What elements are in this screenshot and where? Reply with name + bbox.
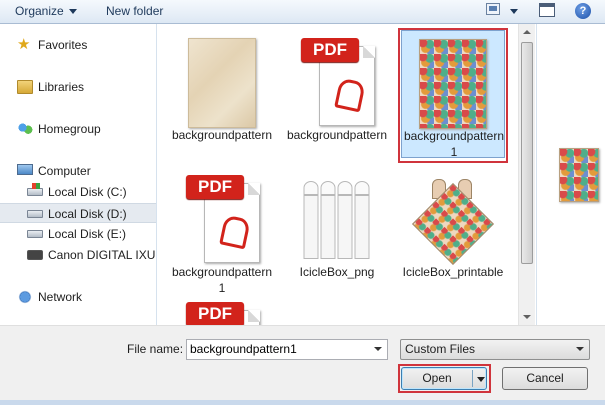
pdf-badge: PDF <box>186 302 244 325</box>
pdf-file-icon: PDF <box>297 38 377 128</box>
network-icon <box>17 290 33 304</box>
command-toolbar: Organize New folder ? <box>0 0 605 24</box>
help-icon[interactable]: ? <box>575 3 591 19</box>
pdf-file-icon: PDF <box>182 175 262 265</box>
nav-item-computer[interactable]: Computer <box>0 161 156 181</box>
file-tile[interactable]: PDF <box>170 294 274 325</box>
drive-icon <box>27 230 43 238</box>
nav-item-network[interactable]: Network <box>0 287 156 307</box>
file-name: backgroundpattern <box>286 128 388 142</box>
image-thumbnail <box>300 175 375 265</box>
library-icon <box>17 80 33 94</box>
nav-label: Local Disk (D:) <box>48 207 127 221</box>
star-icon: ★ <box>17 36 31 53</box>
split-divider <box>472 370 473 387</box>
file-tile[interactable]: PDF backgroundpattern <box>285 30 389 158</box>
scroll-thumb[interactable] <box>521 42 533 264</box>
preview-image <box>559 148 599 202</box>
image-thumbnail <box>411 175 495 266</box>
homegroup-icon <box>17 122 33 136</box>
file-name: backgroundpattern <box>171 128 273 142</box>
navigation-pane: ★ Favorites Libraries Homegroup Computer… <box>0 24 157 325</box>
file-name-input[interactable]: backgroundpattern1 <box>186 339 388 360</box>
nav-label: Homegroup <box>38 122 101 136</box>
drive-icon <box>27 210 43 218</box>
open-options-chevron-icon[interactable] <box>477 377 485 382</box>
open-button[interactable]: Open <box>401 367 487 390</box>
nav-label: Local Disk (E:) <box>48 227 127 241</box>
computer-icon <box>17 164 33 175</box>
file-name: backgroundpattern1 <box>403 129 505 159</box>
scroll-down-icon[interactable] <box>523 315 531 319</box>
cancel-button[interactable]: Cancel <box>502 367 588 390</box>
nav-label: Computer <box>38 164 91 178</box>
file-tile-selected[interactable]: backgroundpattern1 <box>401 30 505 159</box>
nav-label: Network <box>38 290 83 304</box>
file-tile[interactable]: IcicleBox_printable <box>401 167 505 295</box>
file-tile[interactable]: backgroundpattern <box>170 30 274 158</box>
change-view-icon[interactable] <box>486 3 500 15</box>
open-label: Open <box>422 371 452 385</box>
pdf-badge: PDF <box>301 38 359 62</box>
preview-pane-icon[interactable] <box>539 3 555 17</box>
nav-item-libraries[interactable]: Libraries <box>0 77 156 97</box>
new-folder-button[interactable]: New folder <box>106 3 163 20</box>
pdf-file-icon: PDF <box>182 302 262 325</box>
chevron-down-icon[interactable] <box>576 347 584 351</box>
file-name-label: File name: <box>127 342 184 356</box>
nav-label: Canon DIGITAL IXUS <box>48 248 157 262</box>
file-tile[interactable]: PDF backgroundpattern1 <box>170 167 274 295</box>
image-thumbnail <box>188 38 256 128</box>
chevron-down-icon <box>68 9 77 15</box>
nav-item-camera[interactable]: Canon DIGITAL IXUS <box>0 245 157 265</box>
file-name: IcicleBox_printable <box>402 265 504 279</box>
scroll-up-icon[interactable] <box>523 30 531 34</box>
nav-label: Favorites <box>38 38 88 52</box>
file-name: IcicleBox_png <box>299 265 375 279</box>
file-list: backgroundpattern PDF backgroundpattern … <box>158 24 518 325</box>
pdf-badge: PDF <box>186 175 244 199</box>
organize-label: Organize <box>15 4 64 18</box>
nav-item-drive-c[interactable]: Local Disk (C:) <box>0 182 156 202</box>
windows-drive-icon <box>27 183 43 196</box>
dialog-footer: File name: backgroundpattern1 Custom Fil… <box>0 325 605 405</box>
nav-item-drive-d[interactable]: Local Disk (D:) <box>0 203 156 223</box>
file-name: backgroundpattern1 <box>171 265 273 295</box>
nav-label: Libraries <box>38 80 85 94</box>
image-thumbnail <box>419 39 487 129</box>
nav-item-favorites[interactable]: ★ Favorites <box>0 35 156 55</box>
nav-item-drive-e[interactable]: Local Disk (E:) <box>0 224 156 244</box>
camera-icon <box>27 250 43 260</box>
window-frame-edge <box>0 400 605 405</box>
nav-item-homegroup[interactable]: Homegroup <box>0 119 156 139</box>
file-name-dropdown-icon[interactable] <box>374 347 382 351</box>
file-tile[interactable]: IcicleBox_png <box>285 167 389 295</box>
file-list-scrollbar[interactable] <box>518 24 535 325</box>
nav-label: Local Disk (C:) <box>48 185 127 199</box>
view-options-chevron-icon[interactable] <box>510 9 518 14</box>
preview-pane <box>536 24 605 325</box>
organize-button[interactable]: Organize <box>15 3 77 20</box>
file-type-filter-select[interactable]: Custom Files <box>400 339 590 360</box>
